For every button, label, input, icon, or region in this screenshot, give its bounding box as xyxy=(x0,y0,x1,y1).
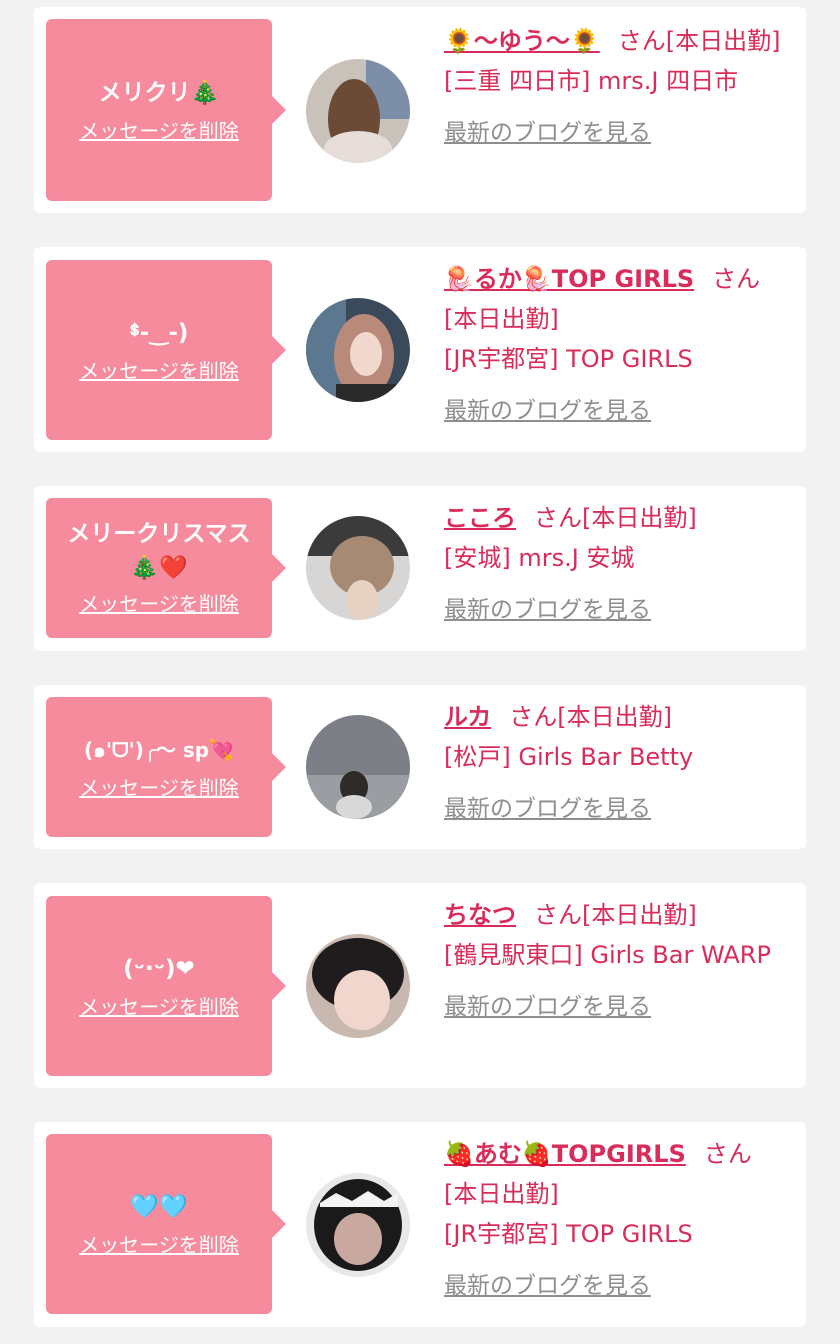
cast-info: こころ さん[本日出勤] [安城] mrs.J 安城 最新のブログを見る xyxy=(444,498,794,630)
message-bubble: メリクリ🎄 メッセージを削除 xyxy=(46,19,286,201)
shop-info: [安城] mrs.J 安城 xyxy=(444,544,635,572)
shop-info: [鶴見駅東口] Girls Bar WARP xyxy=(444,941,771,969)
honorific: さん xyxy=(712,265,761,293)
message-text: 🩵🩵 xyxy=(130,1194,188,1220)
cast-name-link[interactable]: こころ xyxy=(444,504,516,532)
work-status: [本日出勤] xyxy=(557,703,673,731)
avatar[interactable] xyxy=(306,934,410,1038)
delete-message-link[interactable]: メッセージを削除 xyxy=(79,773,239,803)
message-bubble: (​ᵕ·ᵕ)❤ メッセージを削除 xyxy=(46,896,286,1076)
work-status: [本日出勤] xyxy=(582,504,697,532)
cast-name-link[interactable]: ルカ xyxy=(444,703,491,731)
message-card: (๑'ᗜ')╭〜 sp💘 メッセージを削除 ルカ さん[本日出勤] [松戸] Gi… xyxy=(34,685,806,849)
message-bubble: 🩵🩵 メッセージを削除 xyxy=(46,1134,286,1314)
cast-info: ちなつ さん[本日出勤] [鶴見駅東口] Girls Bar WARP 最新のブロ… xyxy=(444,895,794,1027)
message-bubble: ᙚ-‿-) メッセージを削除 xyxy=(46,260,286,440)
honorific: さん xyxy=(617,27,666,55)
cast-name-link[interactable]: 🌻〜ゆう〜🌻 xyxy=(444,27,600,55)
shop-info: [三重 四日市] mrs.J 四日市 xyxy=(444,67,739,95)
message-text: メリークリスマス 🎄❤️ xyxy=(67,521,251,581)
latest-blog-link[interactable]: 最新のブログを見る xyxy=(444,391,794,431)
delete-message-link[interactable]: メッセージを削除 xyxy=(79,992,239,1022)
message-card: ᙚ-‿-) メッセージを削除 🪼るか🪼TOP GIRLS さん [本日出勤] [J… xyxy=(34,247,806,452)
cast-name-link[interactable]: ちなつ xyxy=(444,901,516,929)
cast-name-link[interactable]: 🍓あむ🍓TOPGIRLS xyxy=(444,1140,686,1168)
cast-info: 🍓あむ🍓TOPGIRLS さん [本日出勤] [JR宇都宮] TOP GIRLS … xyxy=(444,1134,794,1306)
avatar[interactable] xyxy=(306,298,410,402)
message-bubble: メリークリスマス 🎄❤️ メッセージを削除 xyxy=(46,498,286,638)
avatar[interactable] xyxy=(306,1173,410,1277)
message-text: (๑'ᗜ')╭〜 sp💘 xyxy=(84,738,234,762)
honorific: さん xyxy=(534,504,582,532)
delete-message-link[interactable]: メッセージを削除 xyxy=(79,589,239,619)
avatar[interactable] xyxy=(306,516,410,620)
avatar[interactable] xyxy=(306,715,410,819)
delete-message-link[interactable]: メッセージを削除 xyxy=(79,1230,239,1260)
message-text: (​ᵕ·ᵕ)❤ xyxy=(123,956,195,982)
cast-name-link[interactable]: 🪼るか🪼TOP GIRLS xyxy=(444,265,694,293)
honorific: さん xyxy=(509,703,558,731)
latest-blog-link[interactable]: 最新のブログを見る xyxy=(444,987,794,1027)
message-text: メリクリ🎄 xyxy=(98,80,220,106)
work-status: [本日出勤] xyxy=(665,27,781,55)
message-text: ᙚ-‿-) xyxy=(129,320,189,346)
work-status: [本日出勤] xyxy=(444,305,559,333)
delete-message-link[interactable]: メッセージを削除 xyxy=(79,116,239,146)
cast-info: 🪼るか🪼TOP GIRLS さん [本日出勤] [JR宇都宮] TOP GIRLS… xyxy=(444,259,794,431)
work-status: [本日出勤] xyxy=(444,1180,559,1208)
honorific: さん xyxy=(703,1140,752,1168)
shop-info: [JR宇都宮] TOP GIRLS xyxy=(444,345,693,373)
latest-blog-link[interactable]: 最新のブログを見る xyxy=(444,789,794,829)
delete-message-link[interactable]: メッセージを削除 xyxy=(79,356,239,386)
latest-blog-link[interactable]: 最新のブログを見る xyxy=(444,590,794,630)
avatar[interactable] xyxy=(306,59,410,163)
cast-info: 🌻〜ゆう〜🌻 さん[本日出勤] [三重 四日市] mrs.J 四日市 最新のブログ… xyxy=(444,21,794,153)
cast-info: ルカ さん[本日出勤] [松戸] Girls Bar Betty 最新のブログを見… xyxy=(444,697,794,829)
latest-blog-link[interactable]: 最新のブログを見る xyxy=(444,113,794,153)
message-bubble: (๑'ᗜ')╭〜 sp💘 メッセージを削除 xyxy=(46,697,286,837)
work-status: [本日出勤] xyxy=(582,901,697,929)
shop-info: [松戸] Girls Bar Betty xyxy=(444,743,694,771)
honorific: さん xyxy=(534,901,582,929)
shop-info: [JR宇都宮] TOP GIRLS xyxy=(444,1220,693,1248)
message-card: メリクリ🎄 メッセージを削除 🌻〜ゆう〜🌻 さん[本日出勤] [三重 四日市] m… xyxy=(34,7,806,213)
message-card: メリークリスマス 🎄❤️ メッセージを削除 こころ さん[本日出勤] [安城] m… xyxy=(34,486,806,651)
latest-blog-link[interactable]: 最新のブログを見る xyxy=(444,1266,794,1306)
message-card: (​ᵕ·ᵕ)❤ メッセージを削除 ちなつ さん[本日出勤] [鶴見駅東口] Gir… xyxy=(34,883,806,1088)
message-card: 🩵🩵 メッセージを削除 🍓あむ🍓TOPGIRLS さん [本日出勤] [JR宇都宮… xyxy=(34,1122,806,1327)
